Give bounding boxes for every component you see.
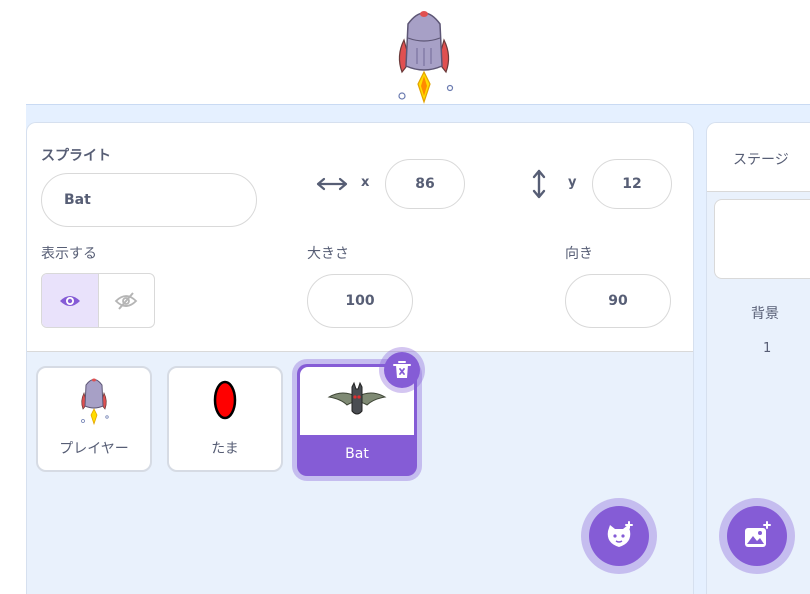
show-button[interactable] [42, 274, 99, 327]
stage-thumbnail[interactable] [714, 199, 810, 279]
stage-title: ステージ [733, 152, 789, 168]
size-label: 大きさ [307, 246, 349, 262]
sprite-info-panel: スプライト Bat x 86 y 12 表示する 大きさ 100 向き 90 [27, 123, 693, 352]
x-input[interactable]: 86 [385, 159, 465, 209]
stage-canvas[interactable] [0, 0, 810, 104]
trash-icon [393, 361, 411, 378]
size-input[interactable]: 100 [307, 274, 413, 328]
hide-button[interactable] [99, 274, 155, 327]
add-sprite-button[interactable] [589, 506, 649, 566]
show-label: 表示する [41, 246, 97, 262]
backdrops-count: 1 [763, 341, 772, 356]
red-oval-thumbnail-icon [213, 380, 237, 420]
backdrops-label: 背景 [751, 306, 779, 322]
sprite-label: スプライト [41, 148, 111, 164]
rocket-sprite[interactable] [388, 4, 460, 104]
bat-thumbnail-icon [327, 381, 387, 415]
delete-sprite-button[interactable] [384, 352, 420, 388]
direction-label: 向き [565, 246, 593, 262]
horizontal-arrows-icon [316, 177, 348, 191]
sprite-tile-name: たま [211, 441, 239, 457]
cat-plus-icon [607, 521, 633, 547]
y-input[interactable]: 12 [592, 159, 672, 209]
sprite-tile-player[interactable]: プレイヤー [36, 366, 152, 472]
stage-pane[interactable]: ステージ 背景 1 [706, 122, 810, 594]
eye-icon [59, 295, 80, 306]
add-backdrop-button[interactable] [727, 506, 787, 566]
sprite-tile-tama[interactable]: たま [167, 366, 283, 472]
rocket-thumbnail-icon [81, 378, 109, 426]
direction-input[interactable]: 90 [565, 274, 671, 328]
stage-header: ステージ [707, 123, 810, 192]
x-label: x [361, 175, 370, 190]
vertical-arrows-icon [532, 169, 546, 199]
sprite-tile-name: Bat [345, 446, 369, 462]
sprite-tile-name: プレイヤー [59, 441, 129, 457]
sprite-pane: スプライト Bat x 86 y 12 表示する 大きさ 100 向き 90 プ… [26, 122, 694, 594]
sprite-name-input[interactable]: Bat [41, 173, 257, 227]
eye-slash-icon [114, 291, 138, 310]
sprite-list: プレイヤー たま Bat [27, 352, 693, 594]
y-label: y [568, 175, 577, 190]
image-plus-icon [745, 521, 771, 547]
visibility-toggle [41, 273, 155, 328]
